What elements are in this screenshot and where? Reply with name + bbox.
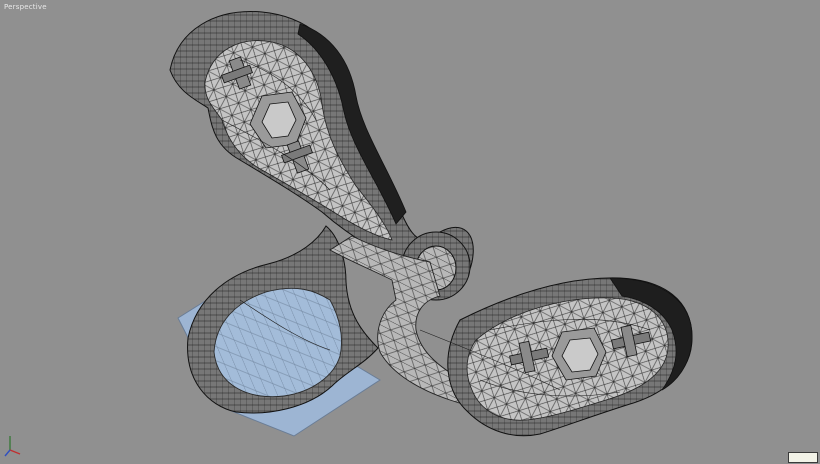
corner-badge	[788, 452, 818, 463]
viewport-label[interactable]: Perspective	[4, 3, 47, 11]
axis-gizmo-icon	[4, 436, 21, 457]
wireframe-model[interactable]	[0, 0, 820, 464]
perspective-viewport[interactable]: Perspective	[0, 0, 820, 464]
